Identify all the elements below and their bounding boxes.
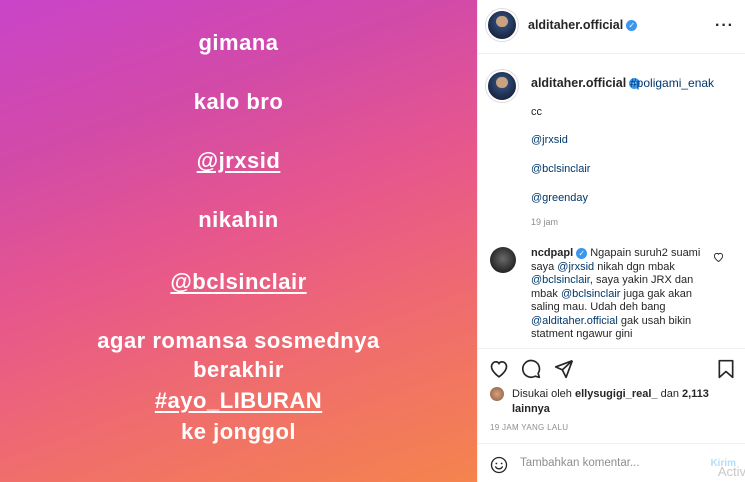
image-text-line: agar romansa sosmednya [97,328,380,353]
heart-icon[interactable] [489,359,509,383]
comment-mention-link[interactable]: @bclsinclair [561,288,620,300]
image-hashtag-line: #ayo_LIBURAN [154,388,323,413]
image-text-line: ke jonggol [181,419,296,444]
likes-middle: dan [657,388,682,400]
caption-avatar[interactable] [486,70,518,102]
image-mention-line: @jrxsid [196,148,281,173]
image-text-line: nikahin [198,207,279,232]
post-comment-button[interactable]: Kirim [710,458,736,469]
post-side-panel: alditaher.official ✓ ··· alditaher.offici… [477,0,745,482]
caption-username-text[interactable]: alditaher.official [531,76,626,90]
author-avatar[interactable] [486,9,518,41]
share-icon[interactable] [554,359,574,384]
verified-icon: ✓ [576,247,588,259]
image-text-line: gimana [198,30,279,55]
add-comment-bar: Activ Kirim [478,443,745,482]
post-actions-bar [478,348,745,384]
comment-mention-link[interactable]: @bclsinclair [531,274,590,286]
caption-mention-link[interactable]: @bclsinclair [531,163,590,175]
caption-username[interactable]: alditaher.official ✓ [531,76,641,90]
comment-mention-link[interactable]: @alditaher.official [531,315,618,327]
more-dots-icon[interactable]: ··· [715,17,734,35]
likes-text: Disukai oleh ellysugigi_real_ dan 2,113 … [512,387,722,417]
liker-avatar[interactable] [490,387,504,401]
caption-mention-link[interactable]: @jrxsid [531,134,568,146]
image-text-line: kalo bro [193,89,284,114]
post-timestamp[interactable]: 19 JAM YANG LALU [490,423,568,432]
verified-icon: ✓ [626,20,638,32]
commenter-username[interactable]: ncdpapl [531,247,573,259]
comment-input[interactable] [520,457,700,469]
comment-mention-link[interactable]: @jrxsid [557,261,594,273]
comment-icon[interactable] [521,359,541,384]
bookmark-icon[interactable] [717,359,735,384]
likes-prefix: Disukai oleh [512,388,575,400]
emoji-icon[interactable] [490,456,508,474]
caption-hashtag[interactable]: #poligami_enak [630,76,714,90]
caption-time[interactable]: 19 jam [531,217,558,227]
caption-mention-link[interactable]: @greenday [531,192,588,204]
header-username-text[interactable]: alditaher.official [528,18,623,32]
caption-line: cc [531,106,542,118]
post-header: alditaher.official ✓ ··· [478,0,745,54]
comment-text: ncdpapl ✓ Ngapain suruh2 suami saya @jrxs… [531,247,709,345]
image-text-line: berakhir [193,357,284,382]
image-mention-line: @bclsinclair [170,269,307,294]
commenter-avatar[interactable] [490,247,516,273]
comment-like-heart-icon[interactable] [713,252,724,265]
liker-username[interactable]: ellysugigi_real_ [575,388,658,400]
post-image[interactable]: gimana kalo bro @jrxsid nikahin @bclsinc… [0,0,477,482]
header-username[interactable]: alditaher.official ✓ [528,18,638,32]
comment-fragment: nikah dgn mbak [594,260,675,273]
